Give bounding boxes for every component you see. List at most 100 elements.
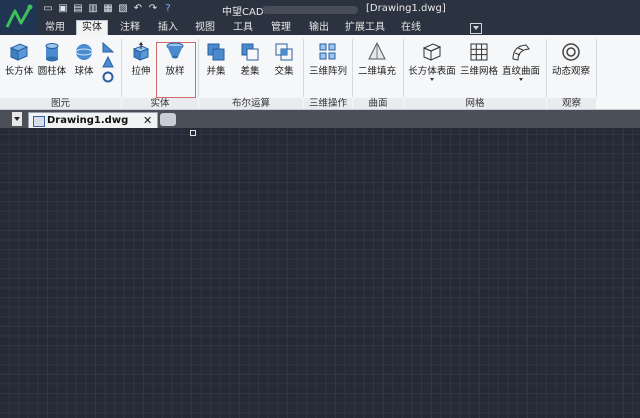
extrude-label: 拉伸 [131, 66, 151, 77]
planar-fill-label: 二维填充 [357, 66, 396, 77]
sphere-icon [75, 44, 93, 60]
tab-tools[interactable]: 工具 [228, 21, 258, 35]
app-logo[interactable] [0, 0, 38, 34]
new-icon[interactable]: ▭ [42, 3, 54, 15]
tab-extension-tools[interactable]: 扩展工具 [340, 21, 390, 35]
tab-online[interactable]: 在线 [396, 21, 426, 35]
subtract-icon [241, 43, 259, 61]
dropdown-arrow-icon[interactable] [430, 78, 434, 81]
separator [198, 39, 199, 97]
extrude-button[interactable]: 拉伸 [127, 41, 155, 77]
ruled-surface-icon [512, 44, 530, 61]
mesh3d-button[interactable]: 三维网格 [459, 41, 499, 77]
mesh3d-icon [470, 43, 488, 61]
open-icon[interactable]: ▣ [57, 3, 69, 15]
document-title: [Drawing1.dwg] [366, 3, 446, 14]
group-mesh: 网格 [404, 98, 546, 109]
separator [352, 39, 353, 97]
zwcad-logo-icon [5, 4, 33, 28]
intersect-button[interactable]: 交集 [270, 41, 298, 77]
undo-icon[interactable]: ↶ [132, 3, 144, 15]
document-menu-icon[interactable] [12, 112, 22, 126]
tab-view[interactable]: 视图 [190, 21, 220, 35]
orbit-icon [562, 43, 580, 61]
primitive-small-buttons [102, 41, 116, 83]
ruled-surface-button[interactable]: 直纹曲面 [501, 41, 541, 81]
tab-output[interactable]: 输出 [304, 21, 334, 35]
print-icon[interactable]: ▦ [102, 3, 114, 15]
array3d-label: 三维阵列 [308, 66, 347, 77]
array3d-button[interactable]: 三维阵列 [307, 41, 349, 77]
group-solid: 实体 [122, 98, 198, 109]
tab-annotate[interactable]: 注释 [115, 21, 145, 35]
intersect-label: 交集 [274, 66, 294, 77]
group-primitive: 图元 [0, 98, 121, 109]
separator [546, 39, 547, 97]
box-surface-button[interactable]: 长方体表面 [407, 41, 457, 81]
sphere-label: 球体 [74, 66, 94, 77]
new-tab-icon[interactable] [160, 113, 176, 126]
extrude-icon [132, 42, 150, 61]
group-boolean: 布尔运算 [199, 98, 303, 109]
print-preview-icon[interactable]: ▧ [117, 3, 129, 15]
close-tab-icon[interactable]: ✕ [143, 114, 152, 127]
ruled-surface-label: 直纹曲面 [501, 66, 540, 77]
tab-solid[interactable]: 实体 [76, 20, 108, 36]
cylinder-button[interactable]: 圆柱体 [36, 41, 68, 77]
app-name: 中望CAD [222, 7, 264, 18]
union-icon [207, 43, 225, 61]
cylinder-icon [45, 43, 59, 62]
separator [403, 39, 404, 97]
cone-icon[interactable] [102, 56, 114, 68]
dwg-file-icon [33, 116, 45, 127]
separator [121, 39, 122, 97]
cylinder-label: 圆柱体 [37, 66, 67, 77]
torus-icon[interactable] [102, 71, 114, 83]
dropdown-arrow-icon[interactable] [519, 78, 523, 81]
tab-home[interactable]: 常用 [40, 21, 70, 35]
subtract-label: 差集 [240, 66, 260, 77]
group-3d-operation: 三维操作 [304, 98, 352, 109]
quick-access-toolbar: ▭ ▣ ▤ ▥ ▦ ▧ ↶ ↷ ? [42, 3, 174, 15]
array3d-icon [319, 43, 336, 60]
orbit-label: 动态观察 [551, 66, 590, 77]
union-button[interactable]: 并集 [202, 41, 230, 77]
mesh3d-label: 三维网格 [459, 66, 498, 77]
drawing-canvas[interactable] [0, 128, 640, 418]
group-view: 观察 [547, 98, 596, 109]
document-tab-drawing1[interactable]: Drawing1.dwg ✕ [28, 112, 158, 129]
box-label: 长方体 [4, 66, 34, 77]
tab-manage[interactable]: 管理 [266, 21, 296, 35]
document-tab-bar: Drawing1.dwg ✕ [0, 110, 640, 129]
ribbon-minimize-icon[interactable] [470, 23, 482, 34]
loft-icon [166, 42, 184, 59]
blurred-region [262, 6, 358, 14]
ribbon-tabs: 常用 实体 注释 插入 视图 工具 管理 输出 扩展工具 在线 [38, 20, 640, 36]
sphere-button[interactable]: 球体 [72, 41, 96, 77]
loft-label: 放样 [165, 66, 185, 77]
help-icon[interactable]: ? [162, 3, 174, 15]
wedge-icon[interactable] [102, 41, 114, 53]
loft-button[interactable]: 放样 [160, 41, 190, 77]
document-tab-label: Drawing1.dwg [47, 115, 129, 126]
box-icon [9, 43, 29, 61]
subtract-button[interactable]: 差集 [236, 41, 264, 77]
grip-handle[interactable] [190, 130, 196, 136]
box-button[interactable]: 长方体 [4, 41, 34, 77]
intersect-icon [275, 43, 293, 61]
box-surface-icon [422, 43, 442, 61]
separator [596, 39, 597, 97]
planar-fill-button[interactable]: 二维填充 [356, 41, 398, 77]
save-icon[interactable]: ▤ [72, 3, 84, 15]
union-label: 并集 [206, 66, 226, 77]
orbit-button[interactable]: 动态观察 [550, 41, 592, 77]
save-as-icon[interactable]: ▥ [87, 3, 99, 15]
title-bar: ▭ ▣ ▤ ▥ ▦ ▧ ↶ ↷ ? 中望CAD [Drawing1.dwg] [0, 0, 640, 34]
ribbon-panel: 长方体 圆柱体 球体 拉伸 放样 并集 差集 交集 三维阵列 二维填充 长方体表… [0, 35, 640, 110]
tab-insert[interactable]: 插入 [153, 21, 183, 35]
group-surface: 曲面 [353, 98, 403, 109]
box-surface-label: 长方体表面 [408, 66, 456, 77]
redo-icon[interactable]: ↷ [147, 3, 159, 15]
planar-fill-icon [368, 41, 386, 60]
separator [303, 39, 304, 97]
